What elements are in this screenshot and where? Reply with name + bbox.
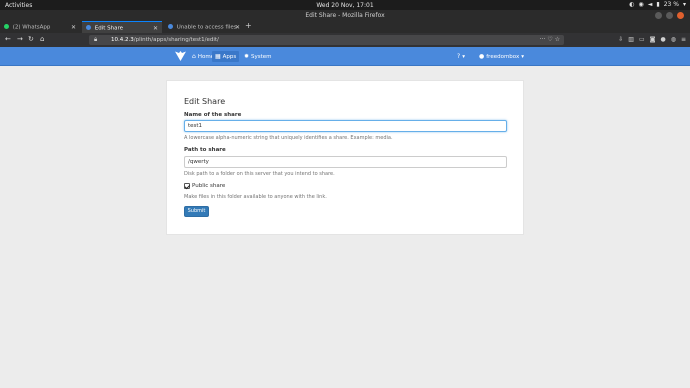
chevron-down-icon: ▾: [521, 53, 525, 60]
tab-label: Unable to access files: [176, 24, 237, 31]
share-path-input[interactable]: [184, 156, 507, 168]
close-tab-icon[interactable]: ✕: [235, 24, 240, 31]
nav-apps[interactable]: ▦ Apps: [212, 51, 240, 62]
menu-icon[interactable]: ≡: [681, 36, 686, 43]
public-share-checkbox[interactable]: [184, 183, 190, 189]
sidebar-icon[interactable]: ▭: [639, 36, 645, 43]
app-navbar: ⌂ Home ▦ Apps ✹ System ? ▾ ● freedombox …: [0, 47, 690, 66]
system-tray[interactable]: ◐ ◉ ◄ ▮ 23 % ▾: [629, 1, 686, 8]
battery-icon: ▮: [656, 1, 660, 8]
close-tab-icon[interactable]: ✕: [71, 24, 76, 31]
help-icon: ?: [457, 53, 461, 60]
share-name-input[interactable]: [184, 120, 507, 132]
page-actions[interactable]: ··· ♡ ☆: [540, 36, 560, 43]
url-text[interactable]: 10.4.2.3/plinth/apps/sharing/test1/edit/: [111, 37, 219, 43]
share-path-label: Path to share: [184, 147, 226, 153]
reload-icon[interactable]: ↻: [28, 35, 34, 43]
extension-icon[interactable]: ◍: [671, 36, 676, 43]
close-tab-icon[interactable]: ✕: [153, 25, 158, 32]
share-name-help: A lowercase alpha-numeric string that un…: [184, 135, 393, 141]
tab-unable-to-access[interactable]: Unable to access files ✕: [164, 21, 244, 33]
tab-edit-share[interactable]: Edit Share ✕: [82, 21, 162, 33]
toolbar-extensions: ⇩ ▥ ▭ ◙ ● ◍ ≡: [618, 36, 686, 43]
navigation-toolbar: ← → ↻ ⌂ 🔒︎ 10.4.2.3/plinth/apps/sharing/…: [0, 33, 690, 47]
home-icon: ⌂: [192, 53, 196, 60]
library-icon[interactable]: ▥: [628, 36, 634, 43]
nav-system-label: System: [251, 53, 272, 60]
tab-whatsapp[interactable]: (2) WhatsApp ✕: [0, 21, 80, 33]
volume-icon: ◄: [647, 1, 653, 8]
back-icon[interactable]: ←: [5, 35, 11, 43]
freedombox-logo[interactable]: [174, 50, 187, 62]
edit-share-card: Edit Share Name of the share A lowercase…: [166, 80, 524, 235]
forward-icon[interactable]: →: [17, 35, 23, 43]
help-menu[interactable]: ? ▾: [457, 53, 465, 60]
url-bar[interactable]: 🔒︎ 10.4.2.3/plinth/apps/sharing/test1/ed…: [89, 35, 564, 45]
share-path-help: Disk path to a folder on this server tha…: [184, 171, 335, 177]
chevron-down-icon: ▾: [682, 1, 686, 8]
tab-label: Edit Share: [94, 25, 124, 32]
nav-system[interactable]: ✹ System: [244, 53, 272, 60]
window-title: Edit Share - Mozilla Firefox: [305, 11, 385, 19]
public-share-label[interactable]: Public share: [192, 183, 225, 189]
nav-home[interactable]: ⌂ Home: [192, 53, 214, 60]
window-title-bar: Edit Share - Mozilla Firefox: [0, 10, 690, 20]
close-window-button[interactable]: [677, 11, 684, 19]
extension-icon[interactable]: ●: [660, 36, 665, 43]
freedombox-icon: [168, 24, 173, 29]
home-icon[interactable]: ⌂: [40, 35, 44, 43]
lock-icon: 🔒︎: [94, 36, 98, 43]
page-title: Edit Share: [184, 97, 226, 106]
user-menu[interactable]: ● freedombox ▾: [479, 53, 524, 60]
downloads-icon[interactable]: ⇩: [618, 36, 623, 43]
user-name: freedombox: [486, 53, 520, 60]
share-name-label: Name of the share: [184, 112, 242, 118]
window-controls: [655, 11, 684, 19]
battery-percent: 23 %: [663, 1, 679, 8]
tab-strip: (2) WhatsApp ✕ Edit Share ✕ Unable to ac…: [0, 20, 690, 33]
minimize-button[interactable]: [655, 11, 662, 19]
network-icon: ◉: [638, 1, 644, 8]
gnome-top-bar: Activities Wed 20 Nov, 17:01 ◐ ◉ ◄ ▮ 23 …: [0, 0, 690, 10]
accessibility-icon: ◐: [629, 1, 635, 8]
freedombox-icon: [86, 25, 91, 30]
chevron-down-icon: ▾: [462, 53, 465, 60]
tab-label: (2) WhatsApp: [12, 24, 51, 31]
extension-icon[interactable]: ◙: [650, 36, 656, 43]
user-icon: ●: [479, 53, 485, 60]
public-share-help: Make files in this folder available to a…: [184, 194, 327, 200]
nav-apps-label: Apps: [222, 53, 237, 60]
new-tab-button[interactable]: +: [245, 21, 252, 30]
maximize-button[interactable]: [666, 11, 673, 19]
whatsapp-icon: [4, 24, 9, 29]
grid-icon: ▦: [215, 53, 221, 60]
public-share-row: Public share: [184, 183, 225, 189]
submit-button[interactable]: Submit: [184, 206, 209, 217]
clock[interactable]: Wed 20 Nov, 17:01: [0, 2, 690, 9]
gear-icon: ✹: [244, 53, 250, 60]
